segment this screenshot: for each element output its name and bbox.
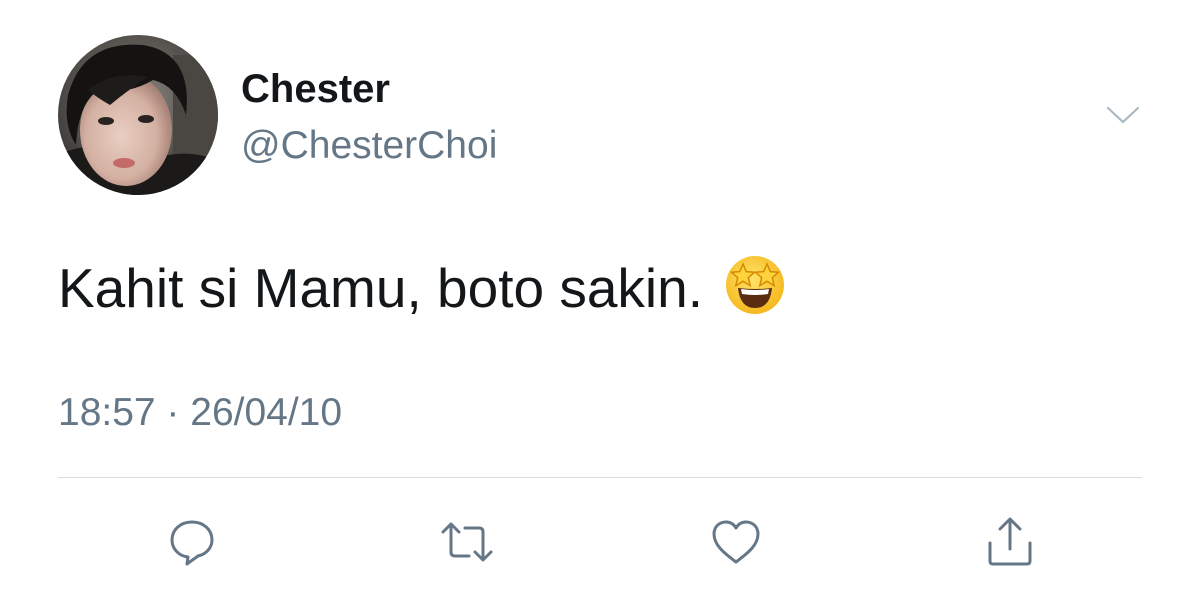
star-struck-emoji-icon [724,254,786,316]
avatar[interactable] [58,35,218,195]
display-name[interactable]: Chester [241,64,390,114]
speech-bubble-icon [166,516,218,568]
tweet-text: Kahit si Mamu, boto sakin. [58,257,704,319]
reply-button[interactable] [162,512,222,572]
retweet-arrows-icon [439,516,495,568]
user-handle[interactable]: @ChesterChoi [241,121,497,171]
like-button[interactable] [706,512,766,572]
retweet-button[interactable] [437,512,497,572]
divider [58,477,1142,478]
share-button[interactable] [980,512,1040,572]
heart-icon [709,517,763,567]
tweet-body: Kahit si Mamu, boto sakin. [58,253,786,323]
tweet-timestamp[interactable]: 18:57 · 26/04/10 [58,388,342,438]
share-upload-icon [984,515,1036,569]
tweet-card: Chester @ChesterChoi Kahit si Mamu, boto… [0,0,1200,605]
chevron-down-icon[interactable] [1104,100,1142,130]
